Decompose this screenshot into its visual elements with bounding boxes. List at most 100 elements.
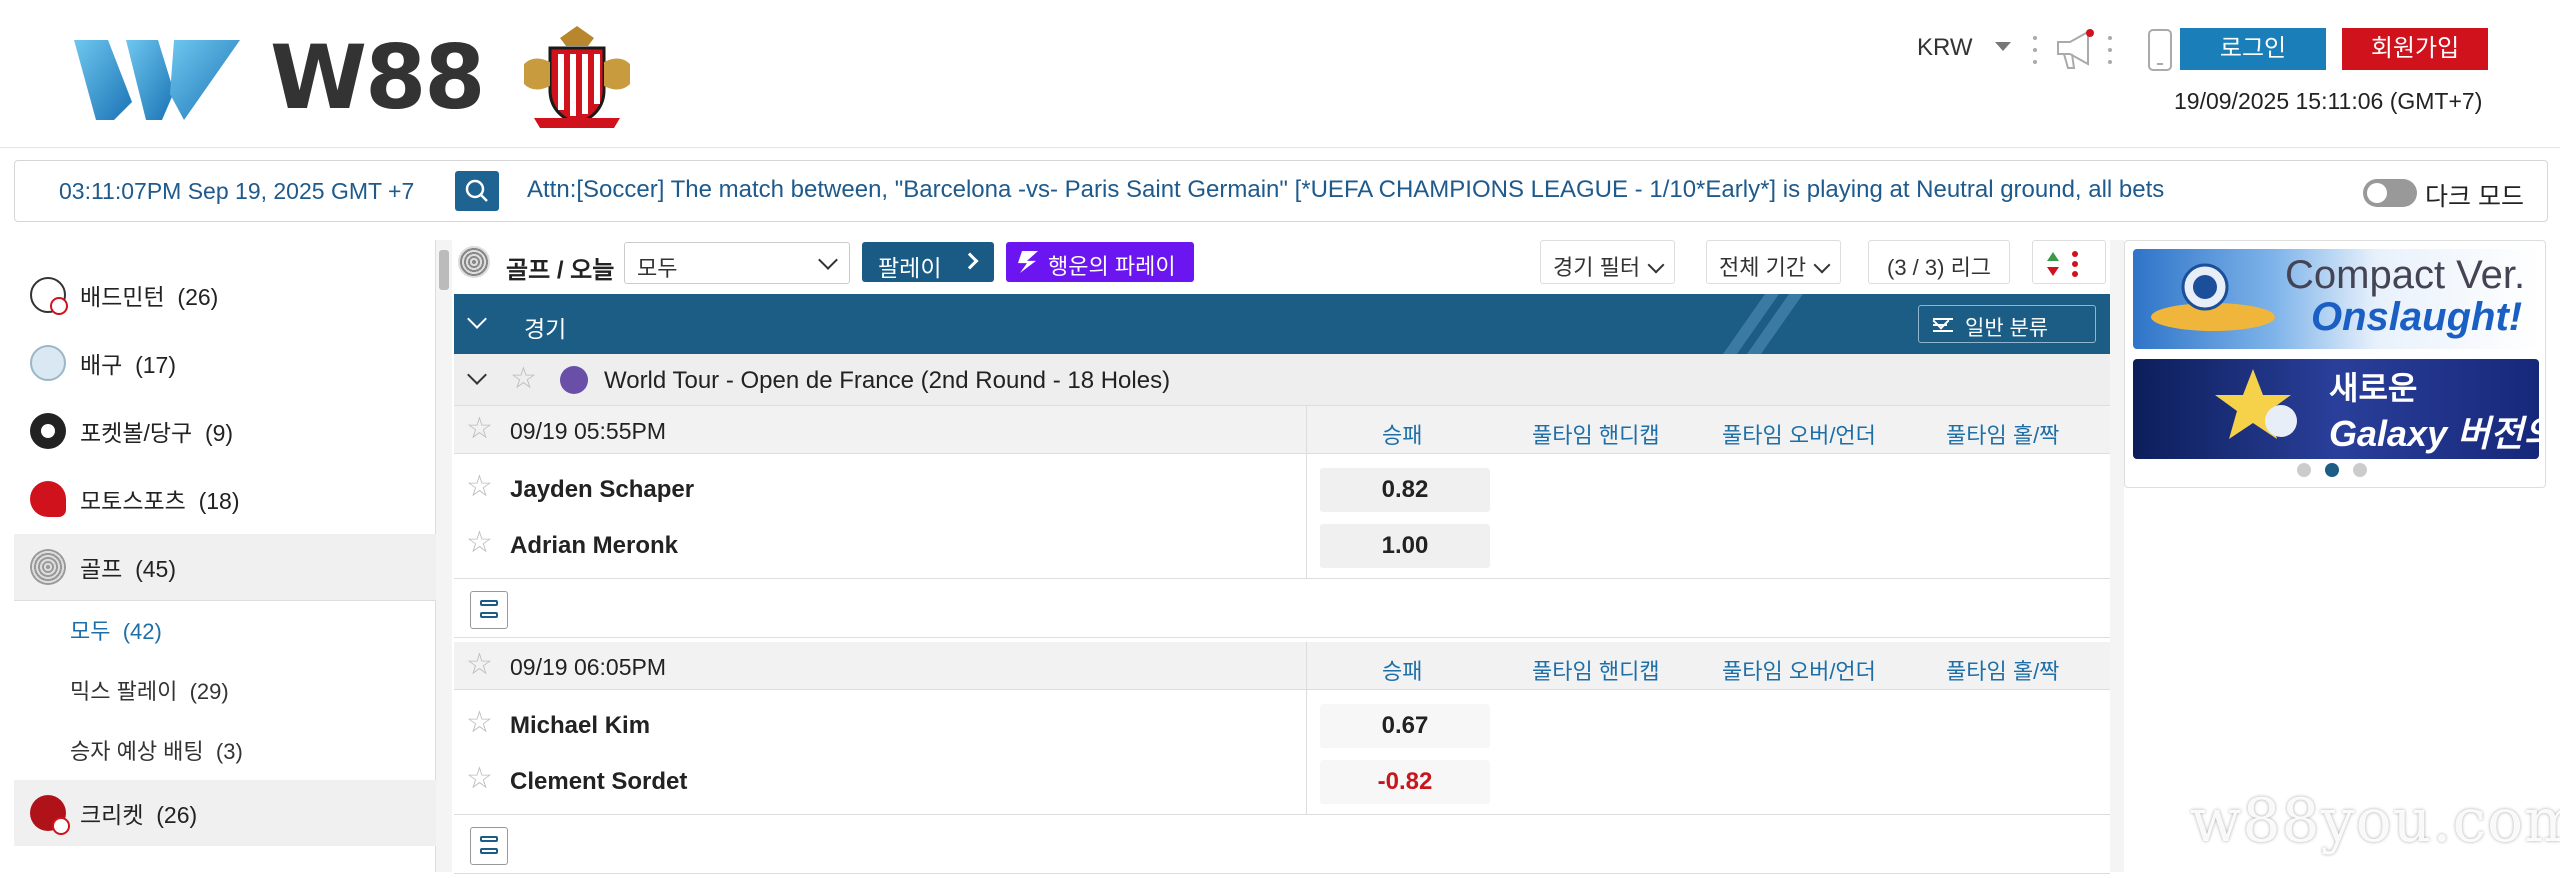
sidebar-item-golf[interactable]: 골프 (45) — [14, 534, 436, 600]
star-icon[interactable]: ☆ — [466, 764, 493, 794]
sidebar-item-volleyball[interactable]: 배구 (17) — [14, 330, 436, 396]
club-crest-icon — [523, 26, 630, 128]
league-name: World Tour - Open de France (2nd Round -… — [604, 367, 1171, 394]
content-scrollbar[interactable] — [2110, 240, 2124, 872]
odds-button[interactable]: -0.82 — [1320, 760, 1490, 804]
chevron-down-icon — [467, 309, 487, 329]
badminton-icon — [30, 277, 68, 315]
chevron-down-icon — [818, 250, 838, 270]
lightning-icon — [1018, 251, 1038, 273]
section-header[interactable]: 경기 일반 분류 — [454, 294, 2110, 354]
star-astronaut-icon — [2215, 369, 2297, 439]
match-footer — [454, 578, 2110, 638]
banner-title: 새로운 — [2329, 370, 2418, 406]
promo-banner[interactable]: Compact Ver. Onslaught! — [2133, 249, 2539, 349]
match-row: ☆ 09/19 05:55PM 승패 풀타임 핸디캡 풀타임 오버/언더 풀타임… — [454, 406, 2110, 642]
more-markets-button[interactable] — [470, 827, 508, 865]
cricket-icon — [30, 795, 70, 835]
match-time: 09/19 06:05PM — [510, 654, 667, 680]
parlay-button[interactable]: 팔레이 — [862, 242, 994, 282]
logo-text: W88 — [270, 25, 486, 129]
sidebar-sub-all[interactable]: 모두 (42) — [70, 614, 162, 646]
search-button[interactable] — [455, 171, 499, 211]
eight-ball-icon — [30, 413, 66, 449]
market-select[interactable]: 모두 — [624, 242, 850, 284]
column-header: 풀타임 홀/짝 — [1946, 423, 2060, 448]
helmet-icon — [30, 481, 66, 517]
match-list-panel: 골프 / 오늘 모두 팔레이 행운의 파레이 경기 필터 전체 기간 (3 / … — [452, 240, 2110, 874]
astronaut-icon — [2151, 263, 2275, 331]
banner-subtitle: Onslaught! — [2311, 295, 2523, 339]
sidebar-item-motorsports[interactable]: 모토스포츠 (18) — [14, 466, 436, 532]
sort-type-button[interactable]: 일반 분류 — [1918, 305, 2096, 343]
league-filter-button[interactable]: (3 / 3) 리그 — [1868, 240, 2011, 284]
star-icon[interactable]: ☆ — [466, 472, 493, 502]
more-markets-button[interactable] — [470, 591, 508, 629]
logo[interactable]: W88 — [74, 24, 640, 130]
golf-ball-icon — [458, 246, 490, 278]
team-name: Michael Kim — [510, 712, 651, 739]
sidebar-item-label: 골프 (45) — [80, 556, 177, 582]
megaphone-icon[interactable] — [2054, 28, 2098, 70]
section-label: 경기 — [524, 316, 567, 342]
divider-dots — [2033, 36, 2037, 64]
column-header: 풀타임 핸디캡 — [1532, 659, 1660, 684]
sidebar-sub-outright[interactable]: 승자 예상 배팅 (3) — [70, 734, 243, 766]
match-filter-button[interactable]: 경기 필터 — [1540, 240, 1676, 284]
sidebar-item-cricket[interactable]: 크리켓 (26) — [14, 780, 436, 846]
column-header: 풀타임 홀/짝 — [1946, 659, 2060, 684]
sidebar-scrollbar[interactable] — [436, 240, 452, 872]
sort-order-button[interactable] — [2032, 240, 2106, 284]
star-icon[interactable]: ☆ — [466, 708, 493, 738]
sidebar-item-partial — [14, 238, 436, 244]
team-name: Clement Sordet — [510, 768, 688, 795]
star-icon[interactable]: ☆ — [466, 528, 493, 558]
sort-arrows-icon — [2047, 251, 2078, 277]
match-footer — [454, 814, 2110, 874]
search-icon — [465, 179, 488, 202]
match-row: ☆ 09/19 06:05PM 승패 풀타임 핸디캡 풀타임 오버/언더 풀타임… — [454, 642, 2110, 878]
currency-caret-icon — [1995, 42, 2011, 51]
column-header: 승패 — [1382, 423, 1423, 448]
league-header[interactable]: ☆ World Tour - Open de France (2nd Round… — [454, 354, 2110, 406]
team-name: Adrian Meronk — [510, 532, 679, 559]
sidebar-sub-mix-parlay[interactable]: 믹스 팔레이 (29) — [70, 674, 229, 706]
period-filter-button[interactable]: 전체 기간 — [1706, 240, 1842, 284]
column-header: 풀타임 오버/언더 — [1722, 423, 1876, 448]
odds-button[interactable]: 0.82 — [1320, 468, 1490, 512]
star-icon[interactable]: ☆ — [466, 414, 493, 444]
star-icon[interactable]: ☆ — [510, 364, 537, 394]
login-button[interactable]: 로그인 — [2180, 28, 2326, 70]
star-icon[interactable]: ☆ — [466, 650, 493, 680]
golf-ball-icon — [30, 549, 66, 585]
sidebar-item-pool[interactable]: 포켓볼/당구 (9) — [14, 398, 436, 464]
filter-bar: 골프 / 오늘 모두 팔레이 행운의 파레이 경기 필터 전체 기간 (3 / … — [452, 240, 2110, 292]
currency-select[interactable]: KRW — [1917, 34, 1973, 62]
sports-sidebar: 배드민턴 (26) 배구 (17) 포켓볼/당구 (9) 모토스포츠 (18) … — [14, 240, 436, 872]
w88-logo-icon — [74, 40, 240, 120]
sidebar-item-label: 모토스포츠 (18) — [80, 488, 240, 514]
ticker-message[interactable]: Attn:[Soccer] The match between, "Barcel… — [527, 176, 2164, 204]
sidebar-item-badminton[interactable]: 배드민턴 (26) — [14, 262, 436, 328]
odds-button[interactable]: 1.00 — [1320, 524, 1490, 568]
lucky-parlay-button[interactable]: 행운의 파레이 — [1006, 242, 1194, 282]
chevron-down-icon — [1813, 256, 1831, 274]
column-header: 풀타임 핸디캡 — [1532, 423, 1660, 448]
match-time: 09/19 05:55PM — [510, 418, 667, 444]
match-header: ☆ 09/19 06:05PM 승패 풀타임 핸디캡 풀타임 오버/언더 풀타임… — [454, 642, 2110, 690]
match-header: ☆ 09/19 05:55PM 승패 풀타임 핸디캡 풀타임 오버/언더 풀타임… — [454, 406, 2110, 454]
signup-button[interactable]: 회원가입 — [2342, 28, 2488, 70]
odds-button[interactable]: 0.67 — [1320, 704, 1490, 748]
sidebar-item-label: 배구 (17) — [80, 352, 177, 378]
carousel-dots[interactable] — [2297, 463, 2367, 477]
promo-banner[interactable]: 새로운 Galaxy 버전의 — [2133, 359, 2539, 459]
sidebar-item-label: 배드민턴 (26) — [80, 284, 219, 310]
mobile-icon[interactable] — [2146, 28, 2174, 72]
dark-mode-toggle[interactable] — [2363, 179, 2417, 207]
column-header: 풀타임 오버/언더 — [1722, 659, 1876, 684]
league-icon — [560, 366, 588, 394]
sidebar-item-label: 크리켓 (26) — [80, 802, 198, 828]
top-header: W88 KRW 로그인 회원가입 19/09/2025 15:11:06 (GM… — [0, 0, 2560, 148]
promo-carousel: Compact Ver. Onslaught! 새로운 Galaxy 버전의 — [2124, 240, 2546, 488]
watermark: w88you.com — [2190, 786, 2560, 856]
